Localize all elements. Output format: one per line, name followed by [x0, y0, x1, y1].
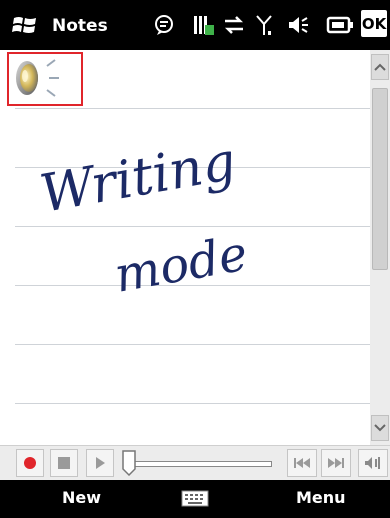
record-button[interactable]: [16, 449, 44, 477]
position-slider[interactable]: [120, 449, 280, 477]
title-bar: Notes OK: [0, 0, 390, 50]
messaging-icon[interactable]: [150, 12, 178, 38]
keyboard-icon: [181, 490, 209, 507]
handwriting-ink: Writing mode: [36, 150, 252, 304]
play-icon: [96, 457, 105, 469]
selection-highlight: [7, 52, 83, 106]
signal-battery-icon[interactable]: [190, 12, 218, 38]
stop-button[interactable]: [50, 449, 78, 477]
stop-icon: [58, 457, 70, 469]
soft-key-bar: New Menu: [0, 480, 390, 518]
note-canvas[interactable]: Writing mode: [0, 50, 370, 445]
record-icon: [24, 457, 36, 469]
battery-icon[interactable]: [324, 12, 356, 38]
ruled-line: [15, 344, 370, 345]
scroll-down-button[interactable]: [371, 415, 389, 441]
antenna-icon[interactable]: [250, 12, 278, 38]
volume-button[interactable]: [358, 449, 388, 477]
vertical-scrollbar[interactable]: [370, 50, 390, 445]
slider-thumb[interactable]: [122, 450, 136, 476]
chevron-up-icon: [374, 63, 386, 71]
recording-toolbar: [0, 445, 390, 481]
handwriting-line1: Writing: [36, 150, 240, 225]
speaker-volume-icon[interactable]: [285, 12, 313, 38]
ruled-line: [15, 108, 370, 109]
menu-softkey[interactable]: Menu: [296, 488, 346, 507]
ruled-line: [15, 403, 370, 404]
app-title: Notes: [52, 16, 108, 36]
volume-icon: [365, 457, 380, 469]
scroll-up-button[interactable]: [371, 54, 389, 80]
ok-button[interactable]: OK: [361, 10, 387, 37]
skip-forward-button[interactable]: [321, 449, 351, 477]
play-button[interactable]: [86, 449, 114, 477]
handwriting-line2: mode: [110, 225, 251, 303]
connectivity-icon[interactable]: [220, 12, 248, 38]
skip-forward-icon: [328, 458, 344, 468]
keyboard-button[interactable]: [180, 489, 210, 509]
new-softkey[interactable]: New: [62, 488, 101, 507]
windows-start-icon[interactable]: [12, 13, 38, 37]
chevron-down-icon: [374, 424, 386, 432]
skip-back-icon: [294, 458, 310, 468]
skip-back-button[interactable]: [287, 449, 317, 477]
scroll-thumb[interactable]: [372, 88, 388, 270]
